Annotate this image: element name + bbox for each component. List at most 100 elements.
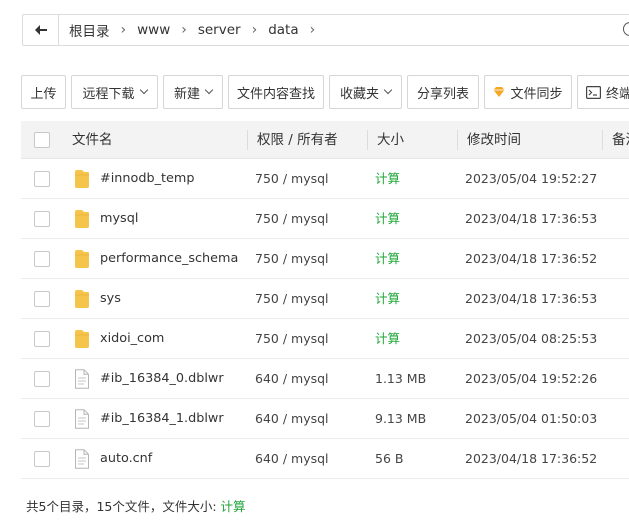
table-row[interactable]: xidoi_com 750 / mysql 计算 2023/05/04 08:25:5…: [21, 319, 629, 359]
folder-icon: [74, 169, 90, 189]
row-checkbox[interactable]: [34, 451, 50, 467]
file-size[interactable]: 计算: [375, 159, 400, 199]
chevron-down-icon: [139, 85, 148, 95]
column-divider: [247, 130, 248, 150]
table-body: #innodb_temp 750 / mysql 计算 2023/05/04 19:5…: [21, 159, 629, 479]
file-size: 1.13 MB: [375, 371, 427, 386]
file-mtime: 2023/04/18 17:36:53: [465, 211, 598, 226]
table-row[interactable]: sys 750 / mysql 计算 2023/04/18 17:36:53: [21, 279, 629, 319]
table-row[interactable]: auto.cnf 640 / mysql 56 B 2023/04/18 17:36:…: [21, 439, 629, 479]
breadcrumb-data[interactable]: data: [266, 22, 300, 38]
row-checkbox[interactable]: [34, 171, 50, 187]
row-checkbox[interactable]: [34, 291, 50, 307]
file-mtime: 2023/05/04 19:52:26: [465, 371, 598, 386]
file-name[interactable]: #ib_16384_0.dblwr: [100, 359, 224, 399]
toolbar: 上传 远程下载 新建 文件内容查找 收藏夹 分享列表 文件同步 终端: [21, 75, 629, 109]
file-mtime: 2023/04/18 17:36:53: [465, 291, 598, 306]
footer-summary: 共5个目录，15个文件，文件大小:: [26, 499, 221, 514]
table-header: 文件名 权限 / 所有者 大小 修改时间 备注: [21, 121, 629, 159]
file-name[interactable]: #ib_16384_1.dblwr: [100, 399, 224, 439]
row-checkbox[interactable]: [34, 251, 50, 267]
file-sync-label: 文件同步: [510, 86, 563, 102]
file-size: 9.13 MB: [375, 411, 427, 426]
address-bar: 根目录 › www › server › data ›: [22, 14, 629, 46]
column-divider: [602, 130, 603, 150]
file-permission[interactable]: 640 / mysql: [255, 399, 329, 439]
folder-icon: [74, 209, 90, 229]
select-all-checkbox[interactable]: [34, 132, 50, 148]
folder-icon: [74, 329, 90, 349]
file-permission[interactable]: 750 / mysql: [255, 199, 329, 239]
file-icon: [74, 409, 90, 429]
file-permission[interactable]: 750 / mysql: [255, 159, 329, 199]
file-size[interactable]: 计算: [375, 279, 400, 319]
terminal-label: 终端: [606, 86, 629, 102]
column-divider: [367, 130, 368, 150]
chevron-right-icon: ›: [251, 22, 258, 38]
file-mtime: 2023/05/04 01:50:03: [465, 411, 598, 426]
table-row[interactable]: #innodb_temp 750 / mysql 计算 2023/05/04 19:5…: [21, 159, 629, 199]
file-mtime: 2023/05/04 19:52:27: [465, 171, 598, 186]
column-mtime[interactable]: 修改时间: [467, 121, 521, 159]
status-footer: 共5个目录，15个文件，文件大小: 计算: [26, 496, 246, 515]
file-name[interactable]: performance_schema: [100, 239, 238, 279]
file-size[interactable]: 计算: [375, 239, 400, 279]
column-size[interactable]: 大小: [377, 121, 404, 159]
terminal-button[interactable]: 终端: [577, 75, 629, 109]
file-permission[interactable]: 640 / mysql: [255, 359, 329, 399]
search-content-button[interactable]: 文件内容查找: [228, 75, 324, 109]
refresh-icon[interactable]: [623, 22, 629, 36]
footer-calc-link[interactable]: 计算: [221, 499, 246, 514]
diamond-icon: [493, 87, 505, 97]
file-table: 文件名 权限 / 所有者 大小 修改时间 备注 #innodb_temp 750 …: [21, 121, 629, 479]
file-name[interactable]: sys: [100, 279, 121, 319]
file-name[interactable]: auto.cnf: [100, 439, 152, 479]
column-name[interactable]: 文件名: [72, 121, 113, 159]
file-mtime: 2023/04/18 17:36:52: [465, 451, 598, 466]
chevron-right-icon: ›: [120, 22, 127, 38]
search-content-label: 文件内容查找: [236, 86, 315, 102]
file-sync-button[interactable]: 文件同步: [484, 75, 572, 109]
new-label: 新建: [173, 86, 200, 102]
folder-icon: [74, 249, 90, 269]
breadcrumb-www[interactable]: www: [135, 22, 172, 38]
column-divider: [457, 130, 458, 150]
file-name[interactable]: xidoi_com: [100, 319, 164, 359]
file-name[interactable]: #innodb_temp: [100, 159, 194, 199]
table-row[interactable]: mysql 750 / mysql 计算 2023/04/18 17:36:53: [21, 199, 629, 239]
file-mtime: 2023/05/04 08:25:53: [465, 331, 598, 346]
chevron-down-icon: [383, 85, 393, 95]
row-checkbox[interactable]: [34, 331, 50, 347]
favorites-button[interactable]: 收藏夹: [329, 75, 402, 109]
file-size[interactable]: 计算: [375, 319, 400, 359]
remote-download-label: 远程下载: [82, 86, 135, 102]
row-checkbox[interactable]: [34, 371, 50, 387]
file-permission[interactable]: 750 / mysql: [255, 239, 329, 279]
file-size: 56 B: [375, 451, 404, 466]
file-size[interactable]: 计算: [375, 199, 400, 239]
column-perm[interactable]: 权限 / 所有者: [257, 121, 338, 159]
favorites-label: 收藏夹: [339, 86, 379, 102]
table-row[interactable]: #ib_16384_1.dblwr 640 / mysql 9.13 MB 2023/…: [21, 399, 629, 439]
table-row[interactable]: performance_schema 750 / mysql 计算 2023/04/1…: [21, 239, 629, 279]
row-checkbox[interactable]: [34, 211, 50, 227]
chevron-right-icon: ›: [181, 22, 187, 38]
file-permission[interactable]: 750 / mysql: [255, 279, 329, 319]
breadcrumb-root[interactable]: 根目录: [67, 20, 112, 40]
upload-label: 上传: [30, 86, 57, 102]
back-button[interactable]: [23, 15, 59, 45]
upload-button[interactable]: 上传: [21, 75, 66, 109]
file-permission[interactable]: 640 / mysql: [255, 439, 329, 479]
share-list-button[interactable]: 分享列表: [407, 75, 479, 109]
breadcrumb-server[interactable]: server: [196, 22, 243, 38]
new-button[interactable]: 新建: [163, 75, 223, 109]
column-remark: 备注: [612, 132, 629, 148]
row-checkbox[interactable]: [34, 411, 50, 427]
file-name[interactable]: mysql: [100, 199, 138, 239]
remote-download-button[interactable]: 远程下载: [71, 75, 158, 109]
chevron-right-icon: ›: [309, 22, 316, 38]
file-icon: [74, 369, 90, 389]
table-row[interactable]: #ib_16384_0.dblwr 640 / mysql 1.13 MB 2023/…: [21, 359, 629, 399]
chevron-down-icon: [204, 85, 214, 95]
file-permission[interactable]: 750 / mysql: [255, 319, 329, 359]
